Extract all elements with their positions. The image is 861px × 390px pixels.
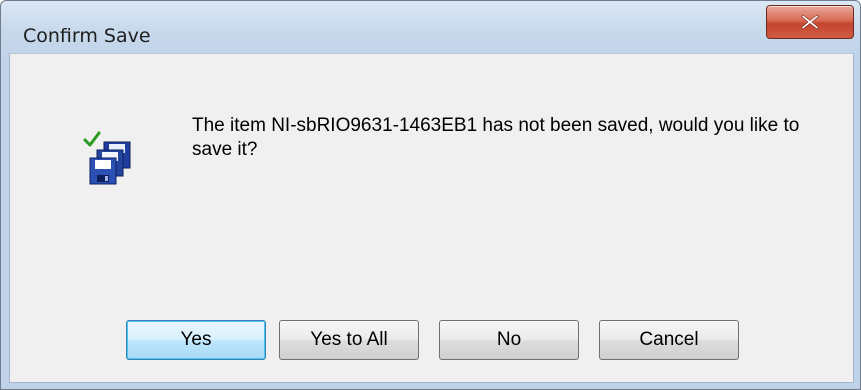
no-button[interactable]: No — [439, 320, 579, 360]
window-title: Confirm Save — [23, 25, 151, 47]
close-button[interactable] — [766, 5, 854, 39]
dialog-message: The item NI-sbRIO9631-1463EB1 has not be… — [192, 115, 800, 160]
yes-to-all-button[interactable]: Yes to All — [279, 320, 419, 360]
close-x-icon — [801, 14, 819, 30]
confirm-save-window: Confirm Save The item NI-sbRIO9631-1463E… — [0, 0, 861, 390]
dialog-body: The item NI-sbRIO9631-1463EB1 has not be… — [9, 53, 854, 383]
title-bar[interactable]: Confirm Save — [1, 1, 860, 53]
yes-button[interactable]: Yes — [126, 320, 266, 360]
cancel-button[interactable]: Cancel — [599, 320, 739, 360]
save-disks-check-icon — [82, 130, 136, 186]
